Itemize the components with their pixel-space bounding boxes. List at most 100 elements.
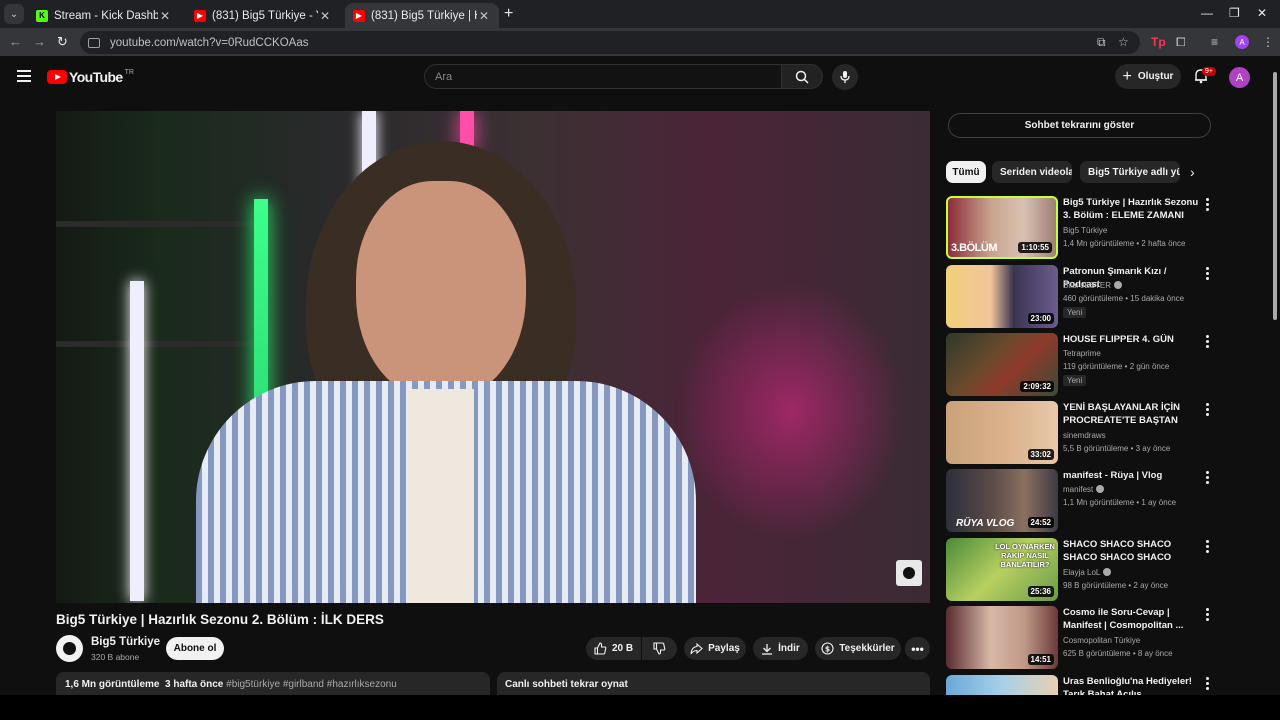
- media-controls-icon[interactable]: ≡: [1211, 35, 1218, 49]
- more-options-icon[interactable]: [1206, 540, 1210, 555]
- youtube-play-icon: [47, 70, 67, 84]
- recommendation-channel[interactable]: Bilal JESTER: [1063, 281, 1123, 290]
- scrollbar-thumb[interactable]: [1273, 72, 1277, 320]
- recommendation-item[interactable]: 2:09:32 HOUSE FLIPPER 4. GÜN Tetraprime …: [946, 333, 1218, 397]
- tab-search-button[interactable]: ⌄: [4, 4, 24, 24]
- duration-badge: 14:51: [1027, 654, 1054, 665]
- recommendation-title: HOUSE FLIPPER 4. GÜN: [1063, 334, 1174, 345]
- video-player[interactable]: [56, 111, 930, 603]
- tab-title: (831) Big5 Türkiye | Hazırlık Sezonu 2. …: [371, 9, 477, 22]
- recommendation-channel[interactable]: Tetraprime: [1063, 349, 1101, 358]
- more-actions-icon[interactable]: •••: [905, 637, 930, 660]
- like-count: 20 B: [611, 643, 634, 654]
- video-thumbnail[interactable]: 3.BÖLÜM 1:10:55: [946, 196, 1058, 259]
- more-options-icon[interactable]: [1206, 677, 1210, 692]
- recommendation-item[interactable]: Uras Benlioğlu'na Hediyeler! Tarık Bahat…: [946, 675, 1218, 695]
- recommendation-channel[interactable]: sinemdraws: [1063, 431, 1106, 440]
- more-options-icon[interactable]: [1206, 608, 1210, 623]
- like-button[interactable]: 20 B: [586, 637, 641, 660]
- chip-all[interactable]: Tümü: [946, 161, 986, 183]
- video-thumbnail[interactable]: [946, 675, 1058, 695]
- browser-tab-youtube-channel[interactable]: ▶ (831) Big5 Türkiye - YouTube ✕: [186, 3, 340, 28]
- recommendation-channel[interactable]: Elayja LoL: [1063, 568, 1112, 577]
- country-code: TR: [124, 68, 134, 76]
- reload-icon[interactable]: ↻: [57, 34, 68, 50]
- channel-name[interactable]: Big5 Türkiye: [91, 636, 160, 648]
- create-label: Oluştur: [1137, 71, 1174, 82]
- restore-icon[interactable]: ❐: [1229, 6, 1240, 20]
- recommendation-item[interactable]: 33:02 YENİ BAŞLAYANLAR İÇİN PROCREATE'TE…: [946, 401, 1218, 465]
- bookmark-star-icon[interactable]: ☆: [1118, 35, 1129, 49]
- close-window-icon[interactable]: ✕: [1257, 6, 1267, 20]
- back-icon[interactable]: ←: [9, 34, 22, 49]
- recommendation-title: SHACO SHACO SHACO SHACO SHACO SHACO SHAC…: [1063, 539, 1172, 563]
- search-button[interactable]: [781, 64, 823, 89]
- more-options-icon[interactable]: [1206, 335, 1210, 350]
- channel-watermark-icon[interactable]: [896, 560, 922, 586]
- voice-search-button[interactable]: [832, 64, 858, 90]
- recommendation-item[interactable]: 14:51 Cosmo ile Soru-Cevap | Manifest | …: [946, 606, 1218, 670]
- video-thumbnail[interactable]: 14:51: [946, 606, 1058, 669]
- chevron-right-icon[interactable]: ›: [1190, 164, 1195, 180]
- extension-icon[interactable]: Tp: [1151, 35, 1166, 49]
- new-badge: Yeni: [1063, 375, 1087, 386]
- thanks-button[interactable]: $ Teşekkürler: [815, 637, 901, 660]
- channel-text: Bilal JESTER: [1063, 281, 1112, 290]
- show-chat-replay-button[interactable]: Sohbet tekrarını göster: [948, 113, 1211, 138]
- chip-series[interactable]: Seriden videolar: [992, 161, 1072, 183]
- account-avatar[interactable]: A: [1229, 67, 1250, 88]
- recommendation-item[interactable]: 23:00 Patronun Şımarık Kızı / Podcast Bi…: [946, 265, 1218, 329]
- browser-toolbar: ← → ↻ youtube.com/watch?v=0RudCCKOAas ⧉ …: [0, 28, 1280, 56]
- recommendation-channel[interactable]: manifest: [1063, 485, 1105, 494]
- recommendation-channel[interactable]: Big5 Türkiye: [1063, 226, 1107, 235]
- download-button[interactable]: İndir: [753, 637, 808, 660]
- guide-menu-icon[interactable]: [17, 70, 31, 85]
- recommendation-title: Cosmo ile Soru-Cevap | Manifest | Cosmop…: [1063, 607, 1184, 631]
- recommendation-item[interactable]: 3.BÖLÜM 1:10:55 Big5 Türkiye | Hazırlık …: [946, 196, 1218, 260]
- more-options-icon[interactable]: [1206, 198, 1210, 213]
- thumbnail-text: LOL OYNARKEN RAKİP NASIL BANLATILIR?: [995, 542, 1055, 569]
- new-tab-icon[interactable]: +: [504, 5, 513, 23]
- notifications-badge: 9+: [1202, 67, 1216, 76]
- recommendation-channel[interactable]: Cosmopolitan Türkiye: [1063, 636, 1140, 645]
- channel-avatar[interactable]: [56, 635, 83, 662]
- duration-badge: 1:10:55: [1018, 242, 1052, 253]
- video-thumbnail[interactable]: 33:02: [946, 401, 1058, 464]
- minimize-icon[interactable]: —: [1201, 6, 1213, 20]
- youtube-logo[interactable]: YouTube TR: [47, 69, 134, 85]
- undershirt: [408, 389, 474, 603]
- share-icon: [690, 642, 703, 654]
- recommendation-item[interactable]: LOL OYNARKEN RAKİP NASIL BANLATILIR? 25:…: [946, 538, 1218, 602]
- video-thumbnail[interactable]: 2:09:32: [946, 333, 1058, 396]
- browser-tab-kick[interactable]: K Stream - Kick Dashboard ✕: [28, 3, 180, 28]
- verified-badge-icon: [1096, 485, 1105, 493]
- tab-close-icon[interactable]: ✕: [477, 9, 491, 23]
- hashtags[interactable]: #big5türkiye #girlband #hazırlıksezonu: [226, 679, 397, 690]
- video-thumbnail[interactable]: LOL OYNARKEN RAKİP NASIL BANLATILIR? 25:…: [946, 538, 1058, 601]
- pink-glow: [676, 281, 906, 541]
- video-thumbnail[interactable]: RÜYA VLOG 24:52: [946, 469, 1058, 532]
- browser-tab-youtube-video[interactable]: ▶ (831) Big5 Türkiye | Hazırlık Sezonu 2…: [345, 3, 499, 28]
- browser-menu-icon[interactable]: ⋮: [1262, 35, 1274, 49]
- more-options-icon[interactable]: [1206, 267, 1210, 282]
- site-info-icon[interactable]: [88, 37, 100, 48]
- address-bar[interactable]: youtube.com/watch?v=0RudCCKOAas: [80, 31, 1140, 54]
- search-input[interactable]: Ara: [424, 64, 782, 89]
- install-app-icon[interactable]: ⧉: [1097, 35, 1106, 50]
- dislike-button[interactable]: [642, 637, 677, 660]
- more-options-icon[interactable]: [1206, 471, 1210, 486]
- more-options-icon[interactable]: [1206, 403, 1210, 418]
- subscribe-button[interactable]: Abone ol: [166, 637, 224, 660]
- create-button[interactable]: + Oluştur: [1115, 64, 1181, 89]
- recommendation-item[interactable]: RÜYA VLOG 24:52 manifest - Rüya | Vlog m…: [946, 469, 1218, 533]
- video-thumbnail[interactable]: 23:00: [946, 265, 1058, 328]
- tab-close-icon[interactable]: ✕: [158, 9, 172, 23]
- chip-uploader[interactable]: Big5 Türkiye adlı yükleyici: [1080, 161, 1180, 183]
- share-button[interactable]: Paylaş: [684, 637, 746, 660]
- forward-icon[interactable]: →: [33, 34, 46, 49]
- extensions-puzzle-icon[interactable]: ⧠: [1176, 35, 1186, 50]
- tab-close-icon[interactable]: ✕: [318, 9, 332, 23]
- download-icon: [762, 643, 773, 655]
- browser-profile-avatar[interactable]: A: [1235, 35, 1249, 49]
- download-label: İndir: [778, 643, 800, 654]
